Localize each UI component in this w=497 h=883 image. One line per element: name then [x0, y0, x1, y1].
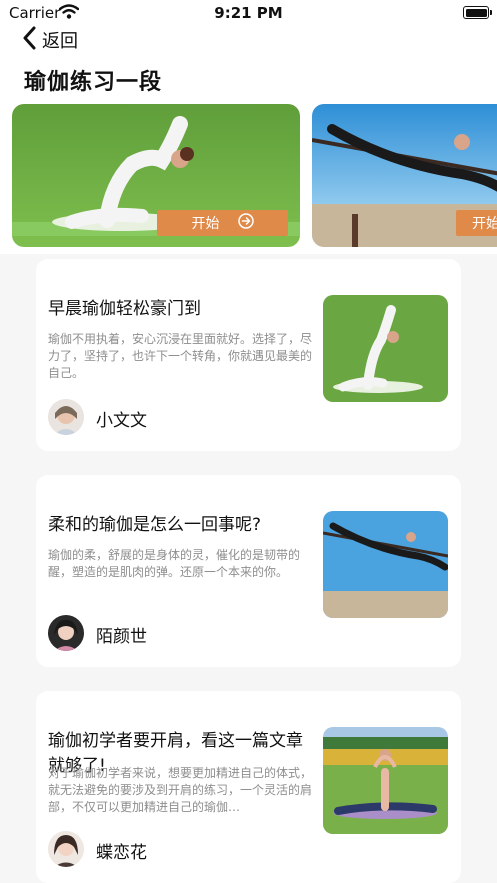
article-thumbnail — [323, 727, 448, 834]
article-thumbnail — [323, 511, 448, 618]
battery-icon — [463, 6, 492, 19]
article-title: 柔和的瑜伽是怎么一回事呢? — [48, 515, 262, 535]
article-summary: 瑜伽不用执着，安心沉浸在里面就好。选择了，尽力了，坚持了，也许下一个转角，你就遇… — [48, 332, 313, 380]
article-title: 早晨瑜伽轻松豪门到 — [48, 299, 201, 319]
author-name: 蝶恋花 — [96, 843, 147, 863]
author-avatar — [48, 399, 84, 435]
author-name: 小文文 — [96, 411, 147, 431]
start-button[interactable]: 开始 — [456, 210, 497, 236]
page-title: 瑜伽练习一段 — [24, 70, 163, 95]
article-card[interactable]: 早晨瑜伽轻松豪门到 瑜伽不用执着，安心沉浸在里面就好。选择了，尽力了，坚持了，也… — [36, 259, 461, 451]
chevron-left-icon — [22, 26, 36, 54]
banner-card[interactable]: 开始 — [12, 104, 300, 247]
article-summary: 瑜伽的柔，舒展的是身体的灵，催化的是韧带的醒，塑造的是肌肉的弹。还原一个本来的你… — [48, 548, 301, 579]
start-button[interactable]: 开始 — [157, 210, 288, 236]
author-name: 陌颜世 — [96, 627, 147, 647]
author-avatar — [48, 615, 84, 651]
back-button[interactable]: 返回 — [22, 26, 78, 54]
status-bar: Carrier 9:21 PM — [0, 0, 497, 26]
navigation-bar: 返回 — [0, 26, 497, 54]
start-button-label: 开始 — [472, 216, 497, 232]
clock: 9:21 PM — [214, 4, 283, 22]
arrow-right-circle-icon — [237, 213, 254, 233]
article-summary: 对于瑜伽初学者来说，想要更加精进自己的体式，就无法避免的要涉及到开肩的练习，一个… — [48, 766, 313, 814]
article-card[interactable]: 瑜伽初学者要开肩，看这一篇文章就够了! 对于瑜伽初学者来说，想要更加精进自己的体… — [36, 691, 461, 883]
start-button-label: 开始 — [191, 216, 220, 232]
article-card[interactable]: 柔和的瑜伽是怎么一回事呢? 瑜伽的柔，舒展的是身体的灵，催化的是韧带的醒，塑造的… — [36, 475, 461, 667]
author-avatar — [48, 831, 84, 867]
banner-card[interactable]: 开始 — [312, 104, 497, 247]
back-label: 返回 — [42, 31, 78, 52]
article-thumbnail — [323, 295, 448, 402]
